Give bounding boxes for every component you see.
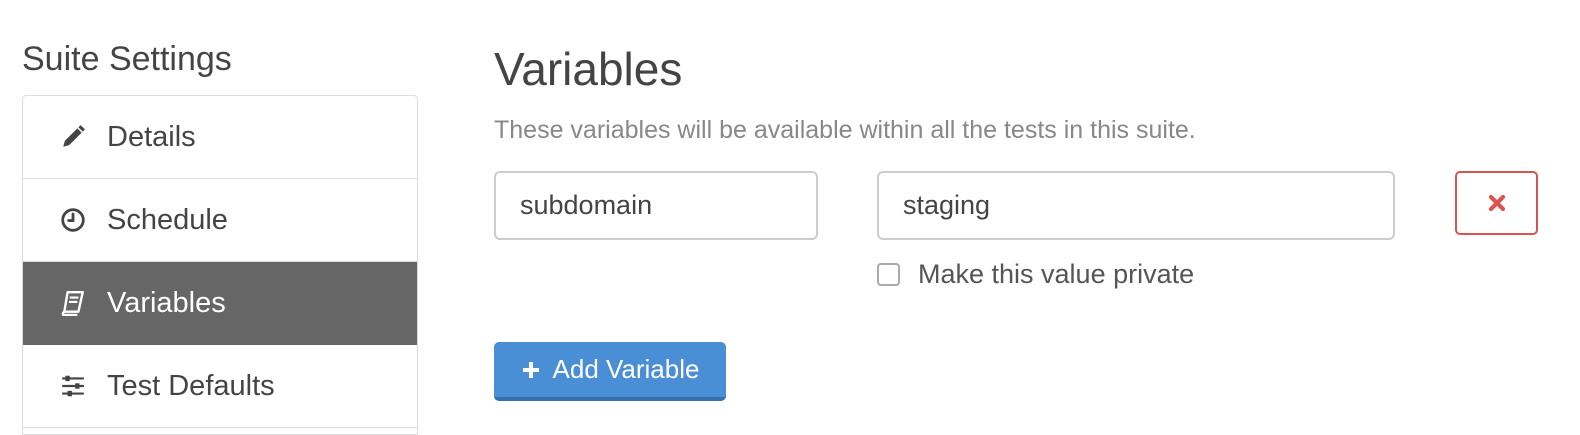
remove-variable-button[interactable]: [1455, 171, 1538, 235]
sidebar-item-label: Details: [107, 120, 196, 153]
page-description: These variables will be available within…: [494, 116, 1196, 144]
private-option: Make this value private: [877, 259, 1194, 290]
sidebar-item-label: Variables: [107, 286, 226, 319]
clock-icon: [59, 206, 87, 234]
sidebar-item-label: Schedule: [107, 203, 228, 236]
private-checkbox[interactable]: [877, 263, 900, 286]
plus-icon: [521, 360, 541, 380]
sidebar-title: Suite Settings: [22, 40, 232, 78]
private-checkbox-label[interactable]: Make this value private: [918, 259, 1194, 290]
page-title: Variables: [494, 43, 683, 95]
sidebar-item-test-defaults[interactable]: Test Defaults: [23, 345, 417, 428]
variable-value-input[interactable]: [877, 171, 1395, 240]
variable-name-input[interactable]: [494, 171, 818, 240]
pencil-icon: [59, 123, 87, 151]
settings-nav: Details Schedule Variables Test Defaults: [22, 95, 418, 435]
sliders-icon: [59, 372, 87, 400]
sidebar-item-details[interactable]: Details: [23, 96, 417, 179]
close-icon: [1487, 193, 1507, 213]
sidebar-item-label: Test Defaults: [107, 369, 275, 402]
add-variable-button[interactable]: Add Variable: [494, 342, 726, 401]
sidebar-item-schedule[interactable]: Schedule: [23, 179, 417, 262]
book-icon: [59, 289, 87, 317]
add-variable-label: Add Variable: [552, 354, 700, 384]
sidebar-item-variables[interactable]: Variables: [23, 262, 417, 345]
